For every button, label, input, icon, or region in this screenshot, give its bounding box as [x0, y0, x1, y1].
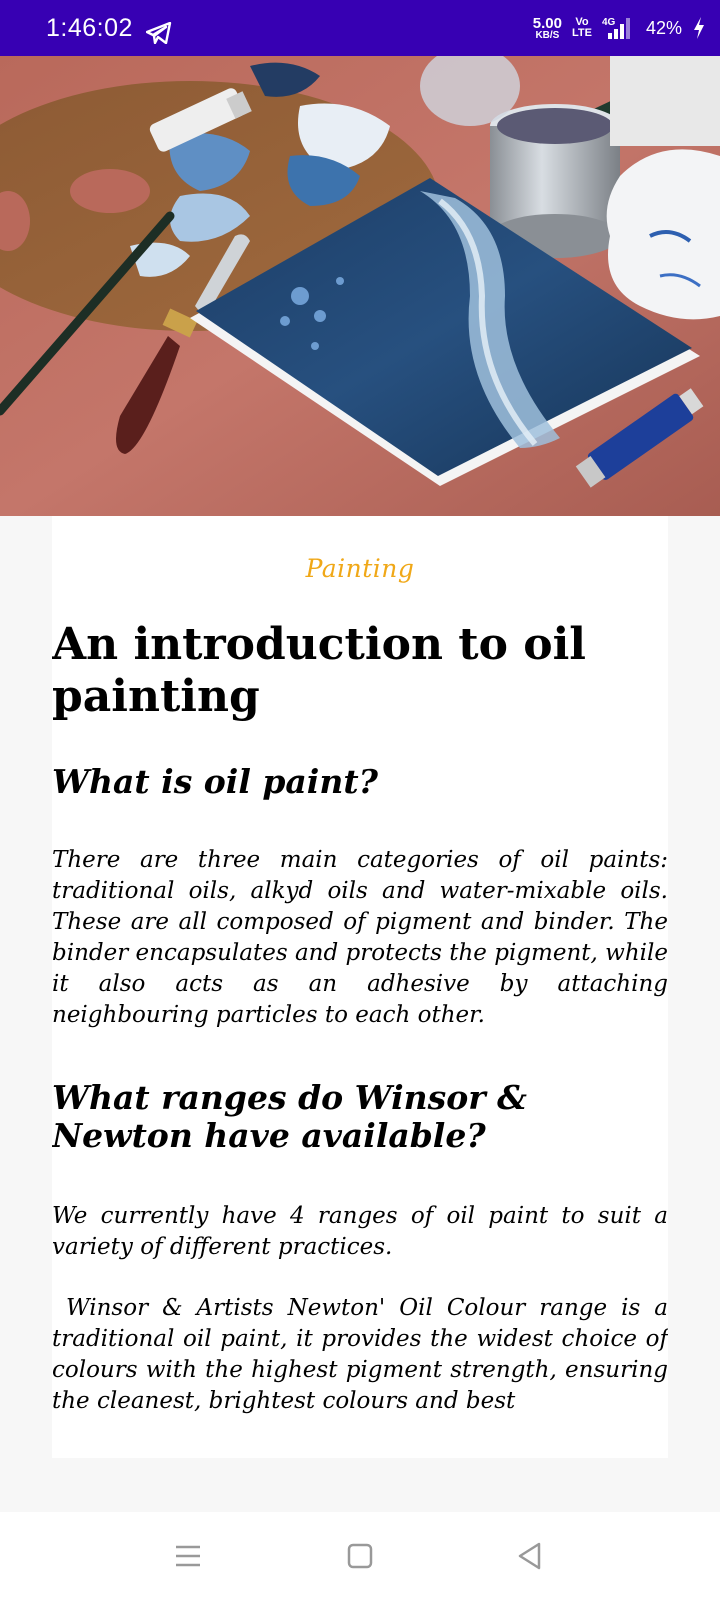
home-square-icon[interactable]: [344, 1540, 376, 1572]
section-body-ranges: We currently have 4 ranges of oil paint …: [52, 1203, 668, 1260]
status-time: 1:46:02: [46, 14, 133, 42]
article-title: An introduction to oil painting: [52, 619, 587, 722]
navigation-bar: [0, 1512, 720, 1600]
network-speed-unit: KB/S: [535, 29, 560, 41]
network-type-label: 4G: [602, 17, 616, 28]
status-indicators: 5.00 KB/S Vo LTE 4G 42%: [533, 10, 706, 46]
network-speed: 5.00 KB/S: [533, 16, 562, 41]
telegram-icon: [146, 22, 172, 44]
recents-menu-icon[interactable]: [172, 1540, 204, 1572]
volte-indicator: Vo LTE: [572, 17, 592, 39]
hero-image: [0, 56, 720, 516]
section-heading-what-is-oil-paint: What is oil paint?: [52, 762, 378, 801]
charging-bolt-icon: [694, 17, 704, 39]
signal-icon: 4G: [602, 17, 630, 39]
article-card: Painting An introduction to oil painting…: [52, 516, 668, 1458]
section-body-oil-paint: There are three main categories of oil p…: [52, 847, 668, 1028]
section-body-artists-range: Winsor & Artists Newton' Oil Colour rang…: [52, 1295, 668, 1414]
back-triangle-icon[interactable]: [514, 1540, 546, 1572]
network-speed-value: 5.00: [532, 14, 562, 32]
article-category: Painting: [305, 554, 415, 583]
battery-percent: 42%: [645, 17, 682, 38]
status-bar: 1:46:02 5.00 KB/S Vo LTE 4G 42%: [0, 0, 720, 56]
section-heading-ranges: What ranges do Winsor & Newton have avai…: [52, 1078, 527, 1155]
oil-painting-canvas-photo: [0, 56, 720, 516]
volte-bottom: LTE: [572, 27, 592, 39]
